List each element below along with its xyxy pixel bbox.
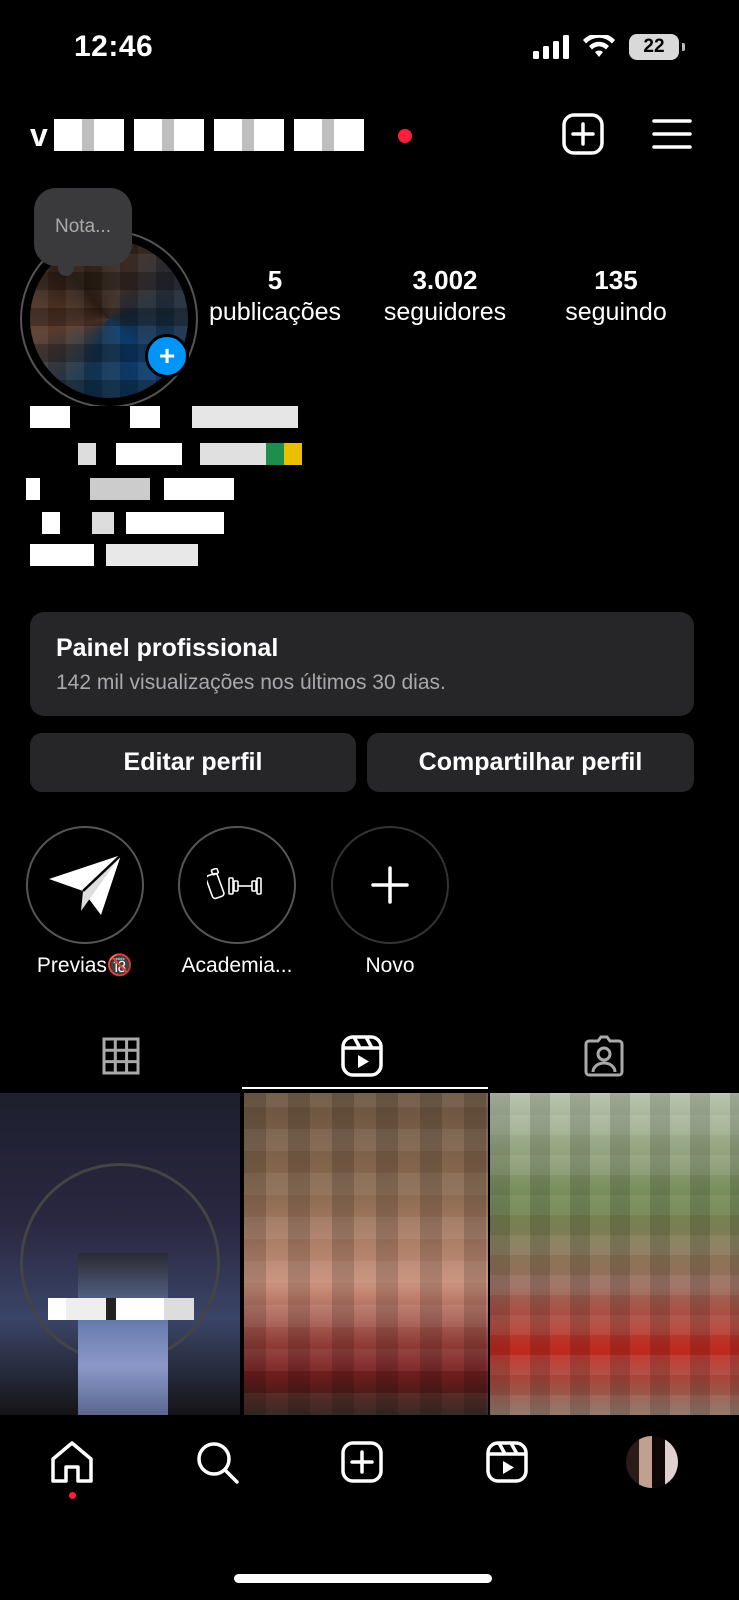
home-notification-dot <box>69 1492 76 1499</box>
highlight-cover <box>178 826 296 944</box>
note-bubble[interactable]: Nota... <box>34 188 132 276</box>
bio-name-redacted <box>30 406 298 428</box>
nav-create[interactable] <box>334 1434 390 1490</box>
nav-reels[interactable] <box>479 1434 535 1490</box>
tab-tagged[interactable] <box>483 1022 724 1090</box>
home-indicator <box>234 1574 492 1583</box>
stat-label: seguidores <box>383 298 507 326</box>
username-switcher[interactable]: v <box>30 112 374 158</box>
highlight-label: Previas🔞 <box>36 954 134 977</box>
profile-avatar <box>626 1436 678 1488</box>
professional-dashboard[interactable]: Painel profissional 142 mil visualizaçõe… <box>30 612 694 716</box>
create-icon <box>341 1441 383 1483</box>
search-icon <box>197 1442 239 1484</box>
battery-indicator: 22 <box>629 34 685 60</box>
highlight-item[interactable]: Previas🔞 <box>26 826 144 978</box>
create-button[interactable] <box>559 110 607 158</box>
stat-label: publicações <box>208 298 342 326</box>
stat-following[interactable]: 135 seguindo <box>550 264 682 328</box>
edit-profile-button[interactable]: Editar perfil <box>30 733 356 792</box>
cellular-signal-icon <box>533 35 569 59</box>
plus-square-icon <box>562 113 604 155</box>
paper-plane-icon <box>49 854 122 915</box>
highlight-label: Academia... <box>181 954 293 977</box>
nav-home[interactable] <box>44 1434 100 1490</box>
share-profile-button[interactable]: Compartilhar perfil <box>367 733 694 792</box>
tab-reels[interactable] <box>241 1022 482 1090</box>
stat-value: 3.002 <box>412 265 478 295</box>
bio-line-redacted <box>78 443 302 465</box>
reels-icon <box>486 1441 528 1483</box>
stat-label: seguindo <box>565 298 667 326</box>
grid-icon <box>102 1037 139 1075</box>
note-placeholder: Nota... <box>55 216 111 237</box>
wifi-icon <box>583 35 615 57</box>
highlight-label: Novo <box>365 954 415 977</box>
panel-subtitle: 142 mil visualizações nos últimos 30 dia… <box>56 671 446 694</box>
status-time: 12:46 <box>74 30 154 63</box>
username-redacted <box>53 119 374 151</box>
stat-value: 5 <box>267 265 283 295</box>
menu-button[interactable] <box>648 110 696 158</box>
bio-line-redacted <box>26 478 234 500</box>
home-icon <box>51 1441 93 1483</box>
battery-level: 22 <box>643 36 665 57</box>
reel-thumbnail[interactable] <box>0 1093 240 1415</box>
bio-line-redacted <box>42 512 224 534</box>
highlight-cover <box>331 826 449 944</box>
active-tab-indicator <box>242 1087 488 1089</box>
tagged-icon <box>584 1035 623 1077</box>
plus-icon <box>371 866 409 904</box>
new-highlight-button[interactable]: Novo <box>331 826 449 978</box>
reel-caption-redacted <box>48 1298 194 1320</box>
highlight-item[interactable]: Academia... <box>178 826 296 978</box>
menu-icon <box>652 119 692 149</box>
thumbnail-figure <box>78 1253 168 1415</box>
add-icon: + <box>158 340 176 371</box>
stat-posts[interactable]: 5 publicações <box>200 264 350 328</box>
tab-posts-grid[interactable] <box>0 1022 241 1090</box>
dumbbell-bottle-icon <box>207 868 262 900</box>
notification-dot <box>398 129 412 143</box>
stat-followers[interactable]: 3.002 seguidores <box>370 264 520 328</box>
nav-profile[interactable] <box>624 1434 680 1490</box>
highlight-cover <box>26 826 144 944</box>
nav-search[interactable] <box>189 1434 245 1490</box>
reels-icon <box>340 1035 383 1077</box>
reel-thumbnail[interactable] <box>244 1093 488 1415</box>
add-story-button[interactable]: + <box>145 334 189 378</box>
bio-line-redacted <box>30 544 198 566</box>
status-icons: 22 <box>533 34 685 60</box>
reel-thumbnail[interactable] <box>490 1093 739 1415</box>
panel-title: Painel profissional <box>56 634 279 662</box>
stat-value: 135 <box>594 265 638 295</box>
username-initial: v <box>30 116 48 153</box>
